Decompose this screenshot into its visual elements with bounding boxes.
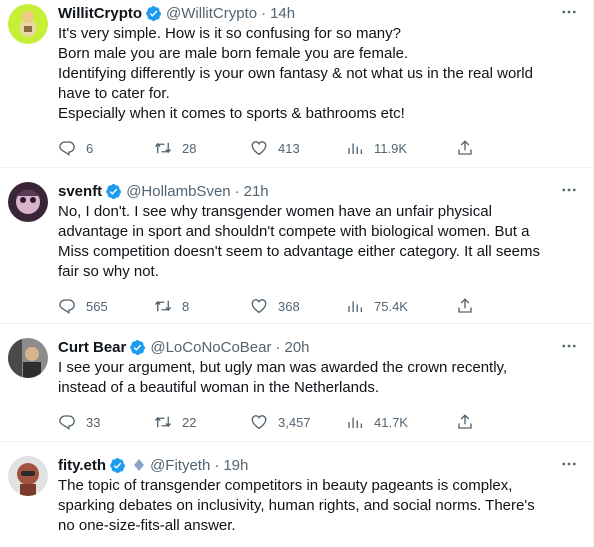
tweet-text: The topic of transgender competitors in … — [58, 477, 539, 534]
reply-icon — [59, 299, 75, 315]
tweet-text: It's very simple. How is it so confusing… — [58, 25, 533, 122]
tweet-body: Curt Bear @LoCoNoCoBear · 20h I see your… — [56, 336, 593, 441]
separator-dot: · — [214, 456, 220, 474]
retweet-count: 22 — [182, 414, 197, 430]
tweet-text: No, I don't. I see why transgender women… — [58, 203, 545, 280]
tweet[interactable]: Curt Bear @LoCoNoCoBear · 20h I see your… — [0, 324, 593, 442]
views-icon — [348, 143, 363, 154]
display-name[interactable]: WillitCrypto — [58, 5, 142, 22]
more-options-icon[interactable] — [559, 336, 579, 356]
avatar[interactable] — [8, 456, 48, 496]
avatar[interactable] — [8, 182, 48, 222]
tweet[interactable]: fity.eth @Fityeth · 19h The topic of tra… — [0, 442, 593, 547]
tweet-actions: 33 22 3,457 41.7K — [58, 404, 553, 440]
reply-icon — [59, 141, 75, 157]
like-count: 3,457 — [278, 414, 311, 430]
share-button[interactable] — [456, 297, 486, 315]
tweet-actions: 6 28 413 11.9K — [58, 130, 553, 166]
avatar-column — [8, 2, 56, 167]
views-icon — [348, 417, 363, 428]
tweet[interactable]: svenft @HollambSven · 21h No, I don't. I… — [0, 168, 593, 324]
like-count: 413 — [278, 140, 300, 156]
reply-button[interactable]: 565 — [58, 297, 154, 315]
avatar[interactable] — [8, 338, 48, 378]
like-button[interactable]: 413 — [250, 139, 346, 157]
views-count: 75.4K — [374, 298, 408, 314]
retweet-icon — [154, 142, 172, 154]
reply-count: 33 — [86, 414, 101, 430]
user-handle[interactable]: @Fityeth — [150, 457, 210, 474]
share-icon — [458, 298, 472, 313]
display-name[interactable]: svenft — [58, 183, 102, 200]
timestamp[interactable]: 19h — [223, 457, 248, 474]
views-icon — [348, 301, 363, 312]
timestamp[interactable]: 20h — [284, 339, 309, 356]
reply-feed: WillitCrypto @WillitCrypto · 14h It's ve… — [0, 0, 594, 547]
retweet-icon — [154, 416, 172, 428]
avatar-column — [8, 454, 56, 547]
like-button[interactable]: 368 — [250, 297, 346, 315]
reply-icon — [59, 415, 75, 431]
user-handle[interactable]: @WillitCrypto — [166, 5, 257, 22]
separator-dot: · — [261, 4, 267, 22]
tweet[interactable]: WillitCrypto @WillitCrypto · 14h It's ve… — [0, 0, 593, 168]
timestamp[interactable]: 21h — [244, 183, 269, 200]
reply-count: 6 — [86, 140, 94, 156]
tweet-text: I see your argument, but ugly man was aw… — [58, 359, 512, 396]
avatar-column — [8, 336, 56, 441]
like-button[interactable]: 3,457 — [250, 413, 346, 431]
share-button[interactable] — [456, 413, 486, 431]
share-button[interactable] — [456, 139, 486, 157]
user-handle[interactable]: @HollambSven — [126, 183, 230, 200]
tweet-header: Curt Bear @LoCoNoCoBear · 20h — [58, 336, 553, 358]
display-name[interactable]: Curt Bear — [58, 339, 126, 356]
reply-count: 565 — [86, 298, 108, 314]
like-icon — [251, 141, 267, 156]
share-icon — [458, 140, 472, 155]
more-options-icon[interactable] — [559, 180, 579, 200]
reply-button[interactable]: 33 — [58, 413, 154, 431]
retweet-button[interactable]: 22 — [154, 413, 250, 431]
tweet-body: WillitCrypto @WillitCrypto · 14h It's ve… — [56, 2, 593, 167]
tweet-header: svenft @HollambSven · 21h — [58, 180, 553, 202]
views-button[interactable]: 75.4K — [346, 297, 456, 315]
tweet-body: fity.eth @Fityeth · 19h The topic of tra… — [56, 454, 593, 547]
reply-button[interactable]: 6 — [58, 139, 154, 157]
like-count: 368 — [278, 298, 300, 314]
separator-dot: · — [275, 338, 281, 356]
timestamp[interactable]: 14h — [270, 5, 295, 22]
avatar-column — [8, 180, 56, 323]
verified-badge-icon — [130, 339, 146, 355]
more-options-icon[interactable] — [559, 454, 579, 474]
retweet-icon — [154, 300, 172, 312]
retweet-count: 28 — [182, 140, 197, 156]
more-options-icon[interactable] — [559, 2, 579, 22]
retweet-button[interactable]: 8 — [154, 297, 250, 315]
affiliate-badge-icon — [134, 459, 145, 471]
verified-badge-icon — [110, 457, 126, 473]
tweet-body: svenft @HollambSven · 21h No, I don't. I… — [56, 180, 593, 323]
avatar[interactable] — [8, 4, 48, 44]
tweet-actions: 565 8 368 75.4K — [58, 288, 553, 324]
views-count: 41.7K — [374, 414, 408, 430]
retweet-button[interactable]: 28 — [154, 139, 250, 157]
separator-dot: · — [234, 182, 240, 200]
like-icon — [251, 415, 267, 430]
user-handle[interactable]: @LoCoNoCoBear — [150, 339, 271, 356]
retweet-count: 8 — [182, 298, 190, 314]
views-button[interactable]: 11.9K — [346, 139, 456, 157]
share-icon — [458, 414, 472, 429]
tweet-header: WillitCrypto @WillitCrypto · 14h — [58, 2, 553, 24]
like-icon — [251, 299, 267, 314]
verified-badge-icon — [106, 183, 122, 199]
views-count: 11.9K — [374, 140, 408, 156]
display-name[interactable]: fity.eth — [58, 457, 106, 474]
verified-badge-icon — [146, 5, 162, 21]
tweet-header: fity.eth @Fityeth · 19h — [58, 454, 553, 476]
views-button[interactable]: 41.7K — [346, 413, 456, 431]
